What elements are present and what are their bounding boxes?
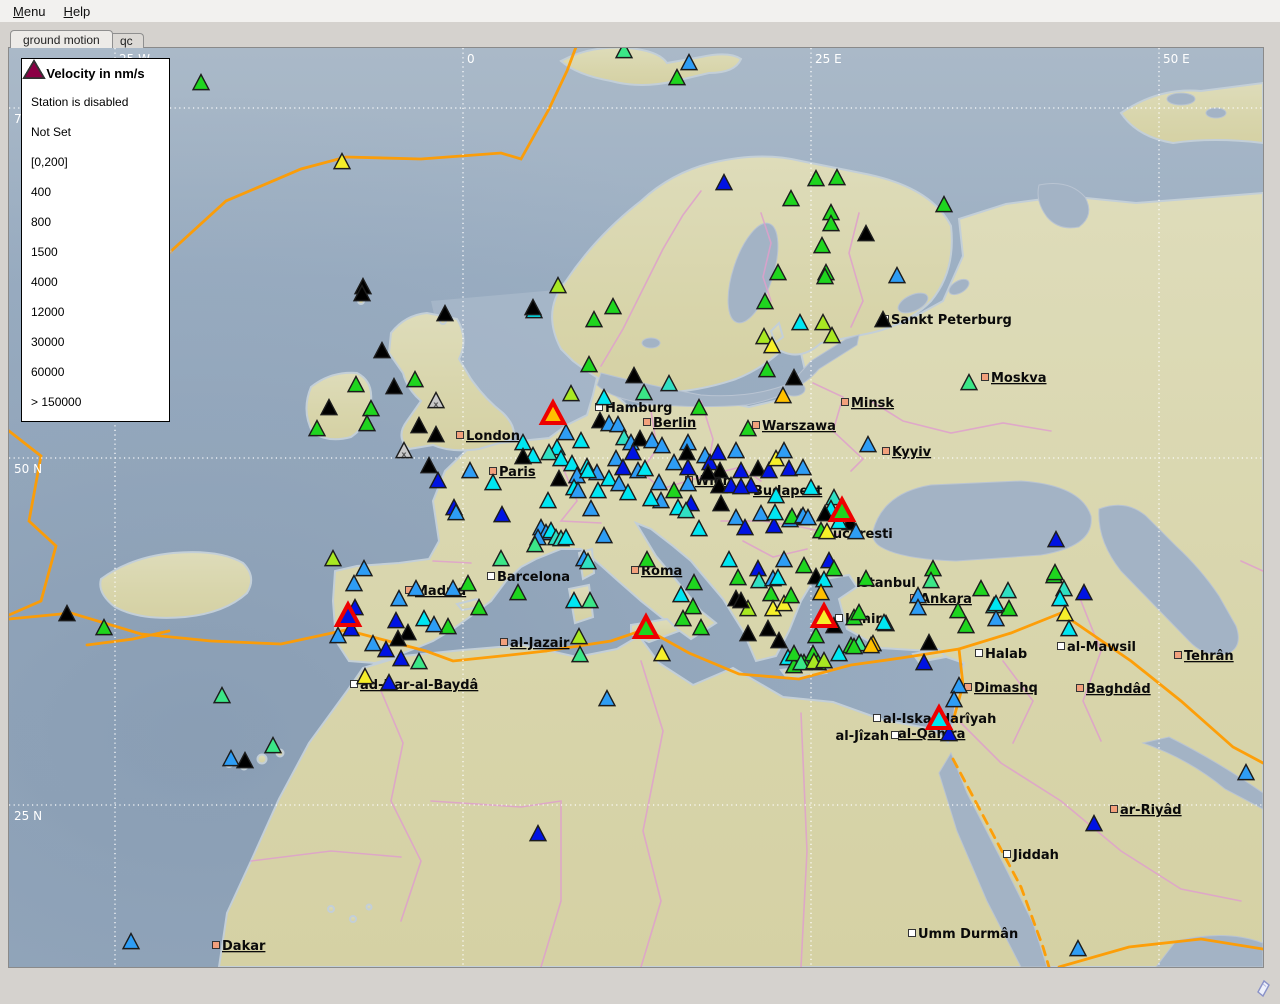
connection-status-icon[interactable] <box>1254 978 1272 998</box>
station-triangle-icon <box>22 59 1276 978</box>
tab-qc[interactable]: qc <box>109 33 144 48</box>
menu-item-menu[interactable]: Menu <box>4 2 55 21</box>
legend-triangle <box>24 61 44 78</box>
velocity-legend: Velocity in nm/s xStation is disabledNot… <box>21 58 170 422</box>
legend-item: > 150000 <box>22 387 169 417</box>
map-view[interactable]: LondonParisHamburgBerlinWarszawaWienBuda… <box>8 47 1264 968</box>
tab-ground-motion[interactable]: ground motion <box>10 30 113 48</box>
tab-qc-label: qc <box>120 34 133 48</box>
menu-bar: MenuHelp <box>0 0 1280 22</box>
tab-ground-motion-label: ground motion <box>23 33 100 47</box>
menu-item-help[interactable]: Help <box>55 2 100 21</box>
